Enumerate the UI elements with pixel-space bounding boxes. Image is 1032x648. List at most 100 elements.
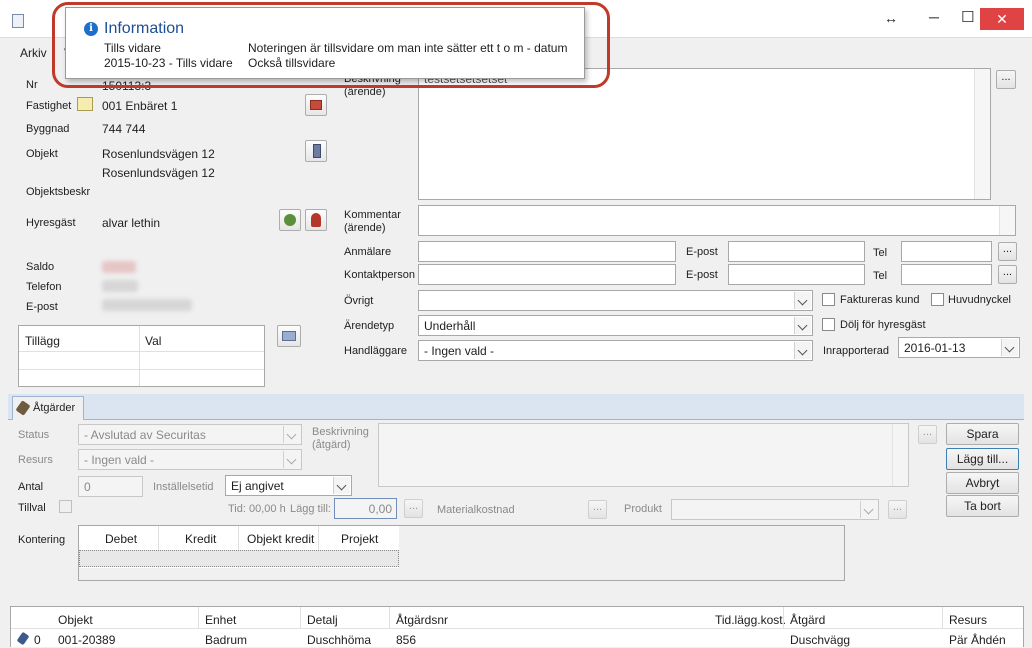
col-atgard[interactable]: Åtgärd xyxy=(790,613,825,627)
produkt-more-button[interactable]: ... xyxy=(888,500,907,519)
row-detalj: Duschhöma xyxy=(307,633,372,647)
faktureras-checkbox[interactable] xyxy=(822,293,835,306)
close-button[interactable]: ✕ xyxy=(980,8,1024,30)
projekt-col-header: Projekt xyxy=(341,532,379,546)
avbryt-button[interactable]: Avbryt xyxy=(946,472,1019,494)
anmalare-input[interactable] xyxy=(418,241,676,262)
atgard-beskrivning-more-button[interactable]: ... xyxy=(918,425,937,444)
chevron-down-icon xyxy=(1001,339,1018,356)
dolj-checkbox[interactable] xyxy=(822,318,835,331)
chevron-down-icon xyxy=(283,426,300,443)
fastighet-house-button[interactable] xyxy=(305,94,327,116)
hyresgast-group-button[interactable] xyxy=(279,209,301,231)
huvudnyckel-checkbox[interactable] xyxy=(931,293,944,306)
chevron-down-icon xyxy=(860,501,877,518)
col-resurs[interactable]: Resurs xyxy=(949,613,987,627)
row-objekt: 001-20389 xyxy=(58,633,116,647)
atgard-beskrivning-textarea[interactable] xyxy=(378,423,909,487)
val-col-header: Val xyxy=(145,334,162,348)
kontering-grid[interactable]: Debet Kredit Objekt kredit Projekt xyxy=(79,526,399,568)
annotation-highlight xyxy=(52,2,610,88)
col-objekt[interactable]: Objekt xyxy=(58,613,93,627)
chevron-down-icon xyxy=(794,317,811,334)
beskrivning-more-button[interactable]: ... xyxy=(996,70,1016,89)
col-tid-lagg-kost[interactable]: Tid.lägg.kost. xyxy=(715,613,786,627)
hyresgast-person-button[interactable] xyxy=(305,209,327,231)
lagg-till-input[interactable]: 0,00 xyxy=(334,498,397,519)
lagg-till-label: Lägg till: xyxy=(290,503,331,515)
kontaktperson-tel-input[interactable] xyxy=(901,264,992,285)
spara-button[interactable]: Spara xyxy=(946,423,1019,445)
epost-value-redacted xyxy=(102,299,192,311)
hyresgast-value: alvar lethin xyxy=(102,216,161,230)
chevron-down-icon xyxy=(794,292,811,309)
ta-bort-button[interactable]: Ta bort xyxy=(946,495,1019,517)
tid-label: Tid: 00,00 h xyxy=(228,503,286,515)
textarea-scrollbar[interactable] xyxy=(999,206,1015,235)
kontaktperson-label: Kontaktperson xyxy=(344,269,415,281)
arendetyp-select[interactable]: Underhåll xyxy=(418,315,813,336)
fastighet-label: Fastighet xyxy=(26,100,72,112)
minimize-button[interactable]: ─ xyxy=(929,9,939,25)
kommentar-textarea[interactable] xyxy=(418,205,1016,236)
tillagg-action-button[interactable] xyxy=(277,325,301,347)
grid-row-line xyxy=(19,369,264,370)
anmalare-tel-input[interactable] xyxy=(901,241,992,262)
kontering-new-row[interactable] xyxy=(79,550,399,567)
kontaktperson-input[interactable] xyxy=(418,264,676,285)
antal-input[interactable]: 0 xyxy=(78,476,143,497)
inrapporterad-label: Inrapporterad xyxy=(823,345,890,357)
textarea-scrollbar[interactable] xyxy=(892,424,908,486)
status-label: Status xyxy=(18,429,50,441)
lagg-till-button[interactable]: Lägg till... xyxy=(946,448,1019,470)
tillval-checkbox[interactable] xyxy=(59,500,72,513)
ovrigt-select[interactable] xyxy=(418,290,813,311)
col-divider xyxy=(389,607,390,629)
col-atgardsnr[interactable]: Åtgärdsnr xyxy=(396,613,448,627)
byggnad-value: 744 744 xyxy=(102,122,146,136)
installelsetid-select[interactable]: Ej angivet xyxy=(225,475,352,496)
produkt-select[interactable] xyxy=(671,499,879,520)
atgarder-tabstrip: Åtgärder xyxy=(8,394,1024,420)
status-select[interactable]: - Avslutad av Securitas xyxy=(78,424,302,445)
atgard-beskrivning-label: Beskrivning (åtgärd) xyxy=(312,426,369,451)
app-icon xyxy=(12,14,24,28)
col-detalj[interactable]: Detalj xyxy=(307,613,338,627)
fastighet-value: 001 Enbäret 1 xyxy=(102,99,178,113)
handlaggare-select[interactable]: - Ingen vald - xyxy=(418,340,813,361)
hyresgast-label: Hyresgäst xyxy=(26,217,76,229)
arendetyp-label: Ärendetyp xyxy=(344,320,395,332)
menu-arkiv[interactable]: Arkiv xyxy=(20,46,47,60)
arrow-icon xyxy=(282,331,296,341)
col-enhet[interactable]: Enhet xyxy=(205,613,236,627)
saldo-label: Saldo xyxy=(26,261,55,273)
anmalare-label: Anmälare xyxy=(344,246,392,258)
telefon-label: Telefon xyxy=(26,281,62,293)
anmalare-more-button[interactable]: ... xyxy=(998,242,1017,261)
resize-icon[interactable]: ↔ xyxy=(884,10,898,26)
tab-atgarder[interactable]: Åtgärder xyxy=(12,396,84,420)
kontaktperson-epost-input[interactable] xyxy=(728,264,865,285)
maximize-button[interactable]: ☐ xyxy=(961,8,974,26)
table-row[interactable]: 0 001-20389 Badrum Duschhöma 856 Duschvä… xyxy=(11,630,1023,648)
telefon-value-redacted xyxy=(102,280,138,292)
epost-label: E-post xyxy=(26,301,58,313)
inrapporterad-date[interactable]: 2016-01-13 xyxy=(898,337,1020,358)
byggnad-label: Byggnad xyxy=(26,123,70,135)
door-icon xyxy=(313,144,321,158)
note-icon[interactable] xyxy=(77,97,93,111)
kontaktperson-more-button[interactable]: ... xyxy=(998,265,1017,284)
objekt-kredit-col-header: Objekt kredit xyxy=(247,532,315,546)
textarea-scrollbar[interactable] xyxy=(974,69,990,199)
lagg-till-more-button[interactable]: ... xyxy=(404,499,423,518)
objekt-door-button[interactable] xyxy=(305,140,327,162)
anmalare-epost-input[interactable] xyxy=(728,241,865,262)
tillagg-grid[interactable]: Tillägg Val xyxy=(18,325,265,387)
anmalare-tel-label: Tel xyxy=(873,247,888,259)
grid-row-line xyxy=(19,351,264,352)
row-atgardsnr: 856 xyxy=(396,633,417,647)
tab-atgarder-label: Åtgärder xyxy=(33,402,76,414)
resurs-select[interactable]: - Ingen vald - xyxy=(78,449,302,470)
close-icon: ✕ xyxy=(996,11,1008,27)
materialkostnad-more-button[interactable]: ... xyxy=(588,500,607,519)
